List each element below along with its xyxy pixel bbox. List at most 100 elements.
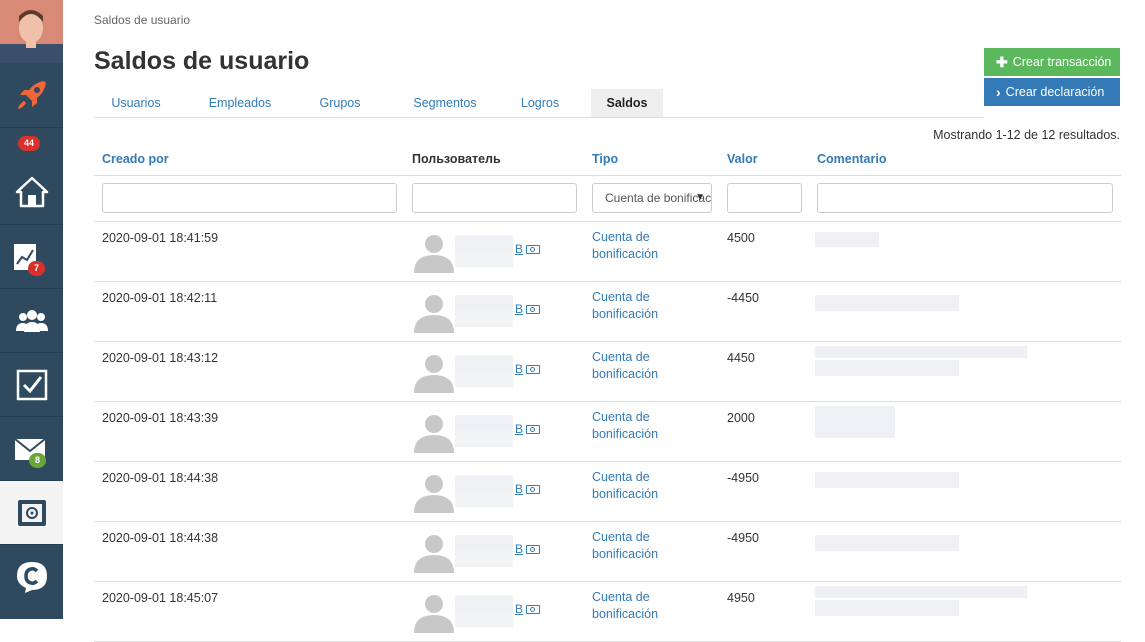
analytics-badge: 7 (28, 261, 46, 276)
redacted-user-name (455, 475, 513, 491)
balance-icon[interactable] (526, 605, 540, 614)
redacted-comment (815, 360, 959, 376)
user-link[interactable]: B (515, 482, 523, 496)
mail-badge: 8 (29, 453, 47, 468)
redacted-user-detail (455, 611, 513, 627)
user-link[interactable]: B (515, 242, 523, 256)
user-link[interactable]: B (515, 302, 523, 316)
value-filter[interactable] (727, 183, 802, 213)
user-link[interactable]: B (515, 422, 523, 436)
user-avatar-placeholder-icon (414, 355, 454, 393)
row-type[interactable]: Cuenta de bonificación (592, 289, 682, 323)
user-link[interactable]: B (515, 602, 523, 616)
balance-icon[interactable] (526, 305, 540, 314)
row-type-line2: bonificación (592, 367, 659, 381)
row-value: 4500 (727, 231, 755, 245)
sidebar-item-mail[interactable]: 8 (0, 417, 63, 481)
row-type-line1: Cuenta de (592, 230, 650, 244)
row-type-line2: bonificación (592, 547, 659, 561)
redacted-comment (815, 295, 959, 311)
rocket-icon (17, 81, 46, 109)
tab-employees[interactable]: Empleados (200, 89, 280, 117)
row-type[interactable]: Cuenta de bonificación (592, 229, 682, 263)
redacted-user-name (455, 595, 513, 611)
sidebar-item-analytics[interactable]: 7 (0, 225, 63, 289)
redacted-comment (815, 472, 959, 488)
row-type[interactable]: Cuenta de bonificación (592, 469, 682, 503)
user-link[interactable]: B (515, 362, 523, 376)
column-created-by[interactable]: Creado por (102, 152, 169, 166)
user-avatar-placeholder-icon (414, 235, 454, 273)
balance-icon[interactable] (526, 365, 540, 374)
plus-icon: ✚ (996, 53, 1008, 70)
tab-achievements[interactable]: Logros (512, 89, 568, 117)
row-type[interactable]: Cuenta de bonificación (592, 589, 682, 623)
avatar[interactable] (0, 0, 63, 63)
sidebar: 44 7 8 (0, 0, 63, 619)
create-transaction-button[interactable]: ✚ Crear transacción (984, 48, 1120, 76)
redacted-user-name (455, 535, 513, 551)
user-avatar-placeholder-icon (414, 595, 454, 633)
sidebar-item-balances[interactable] (0, 481, 63, 545)
redacted-user-detail (455, 251, 513, 267)
column-type[interactable]: Tipo (592, 152, 618, 166)
user-avatar-placeholder-icon (414, 535, 454, 573)
balance-icon[interactable] (526, 485, 540, 494)
sidebar-item-tasks[interactable] (0, 353, 63, 417)
comment-filter[interactable] (817, 183, 1113, 213)
created-by-filter[interactable] (102, 183, 397, 213)
breadcrumb[interactable]: Saldos de usuario (94, 13, 190, 27)
row-type-line1: Cuenta de (592, 290, 650, 304)
row-type[interactable]: Cuenta de bonificación (592, 349, 682, 383)
tab-balances[interactable]: Saldos (591, 89, 663, 117)
column-user: Пользователь (412, 152, 501, 166)
row-type[interactable]: Cuenta de bonificación (592, 529, 682, 563)
tab-segments[interactable]: Segmentos (400, 89, 490, 117)
header-divider (94, 175, 1121, 176)
user-avatar-placeholder-icon (414, 475, 454, 513)
row-type-line1: Cuenta de (592, 590, 650, 604)
redacted-comment (815, 422, 895, 438)
redacted-user-detail (455, 491, 513, 507)
row-divider (94, 461, 1121, 462)
balance-icon[interactable] (526, 245, 540, 254)
row-type-line2: bonificación (592, 307, 659, 321)
row-created-date: 2020-09-01 18:45:07 (102, 591, 219, 605)
row-created-date: 2020-09-01 18:44:38 (102, 531, 219, 545)
redacted-user-detail (455, 551, 513, 567)
sidebar-item-users[interactable] (0, 289, 63, 353)
row-divider (94, 581, 1121, 582)
user-avatar-placeholder-icon (414, 295, 454, 333)
user-link[interactable]: B (515, 542, 523, 556)
row-created-date: 2020-09-01 18:43:12 (102, 351, 219, 365)
redacted-comment (815, 346, 1027, 358)
create-transaction-label: Crear transacción (1012, 55, 1112, 69)
row-value: 4950 (727, 591, 755, 605)
balance-icon[interactable] (526, 545, 540, 554)
row-type-line1: Cuenta de (592, 530, 650, 544)
type-filter-select[interactable]: Cuenta de bonificación ▼ (592, 183, 712, 213)
row-type-line1: Cuenta de (592, 350, 650, 364)
tab-users[interactable]: Usuarios (100, 89, 172, 117)
tab-groups[interactable]: Grupos (308, 89, 372, 117)
create-declaration-button[interactable]: › Crear declaración (984, 78, 1120, 106)
row-type[interactable]: Cuenta de bonificación (592, 409, 682, 443)
redacted-user-detail (455, 311, 513, 327)
sidebar-item-home[interactable] (0, 160, 63, 225)
redacted-user-detail (455, 371, 513, 387)
row-created-date: 2020-09-01 18:42:11 (102, 291, 218, 305)
redacted-user-name (455, 235, 513, 251)
row-divider (94, 401, 1121, 402)
filter-divider (94, 221, 1121, 222)
column-comment[interactable]: Comentario (817, 152, 886, 166)
balance-icon[interactable] (526, 425, 540, 434)
checkbox-icon (16, 369, 47, 400)
row-type-line2: bonificación (592, 487, 659, 501)
sidebar-item-chat[interactable] (0, 545, 63, 608)
sidebar-item-rocket[interactable] (0, 63, 63, 128)
redacted-comment (815, 586, 1027, 598)
column-value[interactable]: Valor (727, 152, 758, 166)
user-filter[interactable] (412, 183, 577, 213)
redacted-comment (815, 406, 895, 422)
page-title: Saldos de usuario (94, 47, 310, 75)
